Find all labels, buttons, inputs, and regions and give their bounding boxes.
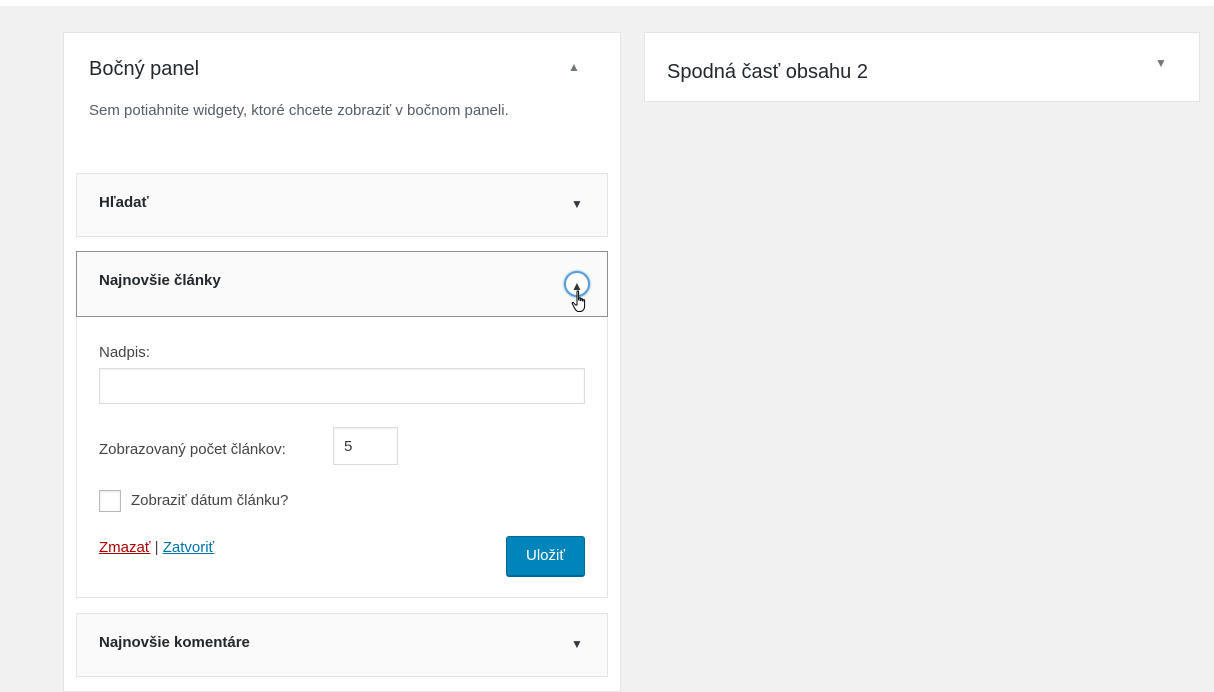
save-button[interactable]: Uložiť (506, 536, 585, 576)
widget-actions: Zmazať | Zatvoriť (99, 539, 214, 556)
sidebar-panel: Bočný panel ▲ Sem potiahnite widgety, kt… (63, 32, 621, 692)
widget-search-header[interactable]: Hľadať ▼ (77, 174, 607, 236)
sidebar-description: Sem potiahnite widgety, ktoré chcete zob… (89, 102, 509, 119)
close-link[interactable]: Zatvoriť (163, 539, 214, 556)
title-field-label: Nadpis: (99, 344, 150, 361)
sidebar-collapse-arrow-icon[interactable]: ▲ (564, 57, 584, 77)
widget-recent-posts-title: Najnovšie články (99, 272, 221, 289)
post-count-label: Zobrazovaný počet článkov: (99, 441, 286, 458)
sidebar-title[interactable]: Bočný panel (89, 58, 199, 81)
footer-content-2-title[interactable]: Spodná časť obsahu 2 (667, 61, 868, 84)
top-strip (0, 0, 1214, 6)
widget-recent-comments-header[interactable]: Najnovšie komentáre ▼ (77, 614, 607, 676)
widget-recent-comments-expand-arrow-icon[interactable]: ▼ (567, 634, 587, 654)
widget-search[interactable]: Hľadať ▼ (76, 173, 608, 237)
widget-recent-comments-title: Najnovšie komentáre (99, 634, 250, 651)
show-date-checkbox[interactable] (99, 490, 121, 512)
widget-recent-posts: Najnovšie články ▲ Nadpis: Zobrazovaný p… (76, 251, 608, 598)
hand-pointer-cursor-icon (571, 290, 586, 312)
delete-link[interactable]: Zmazať (99, 539, 150, 556)
title-input[interactable] (99, 368, 585, 404)
footer-content-2-expand-arrow-icon[interactable]: ▼ (1151, 53, 1171, 73)
post-count-input[interactable] (333, 427, 398, 465)
show-date-label[interactable]: Zobraziť dátum článku? (131, 492, 288, 509)
widget-search-expand-arrow-icon[interactable]: ▼ (567, 194, 587, 214)
footer-content-2-panel[interactable]: Spodná časť obsahu 2 ▼ (644, 32, 1200, 102)
widget-search-title: Hľadať (99, 194, 149, 211)
widget-recent-posts-header[interactable]: Najnovšie články ▲ (76, 251, 608, 317)
action-separator: | (154, 539, 159, 556)
widget-recent-comments[interactable]: Najnovšie komentáre ▼ (76, 613, 608, 677)
